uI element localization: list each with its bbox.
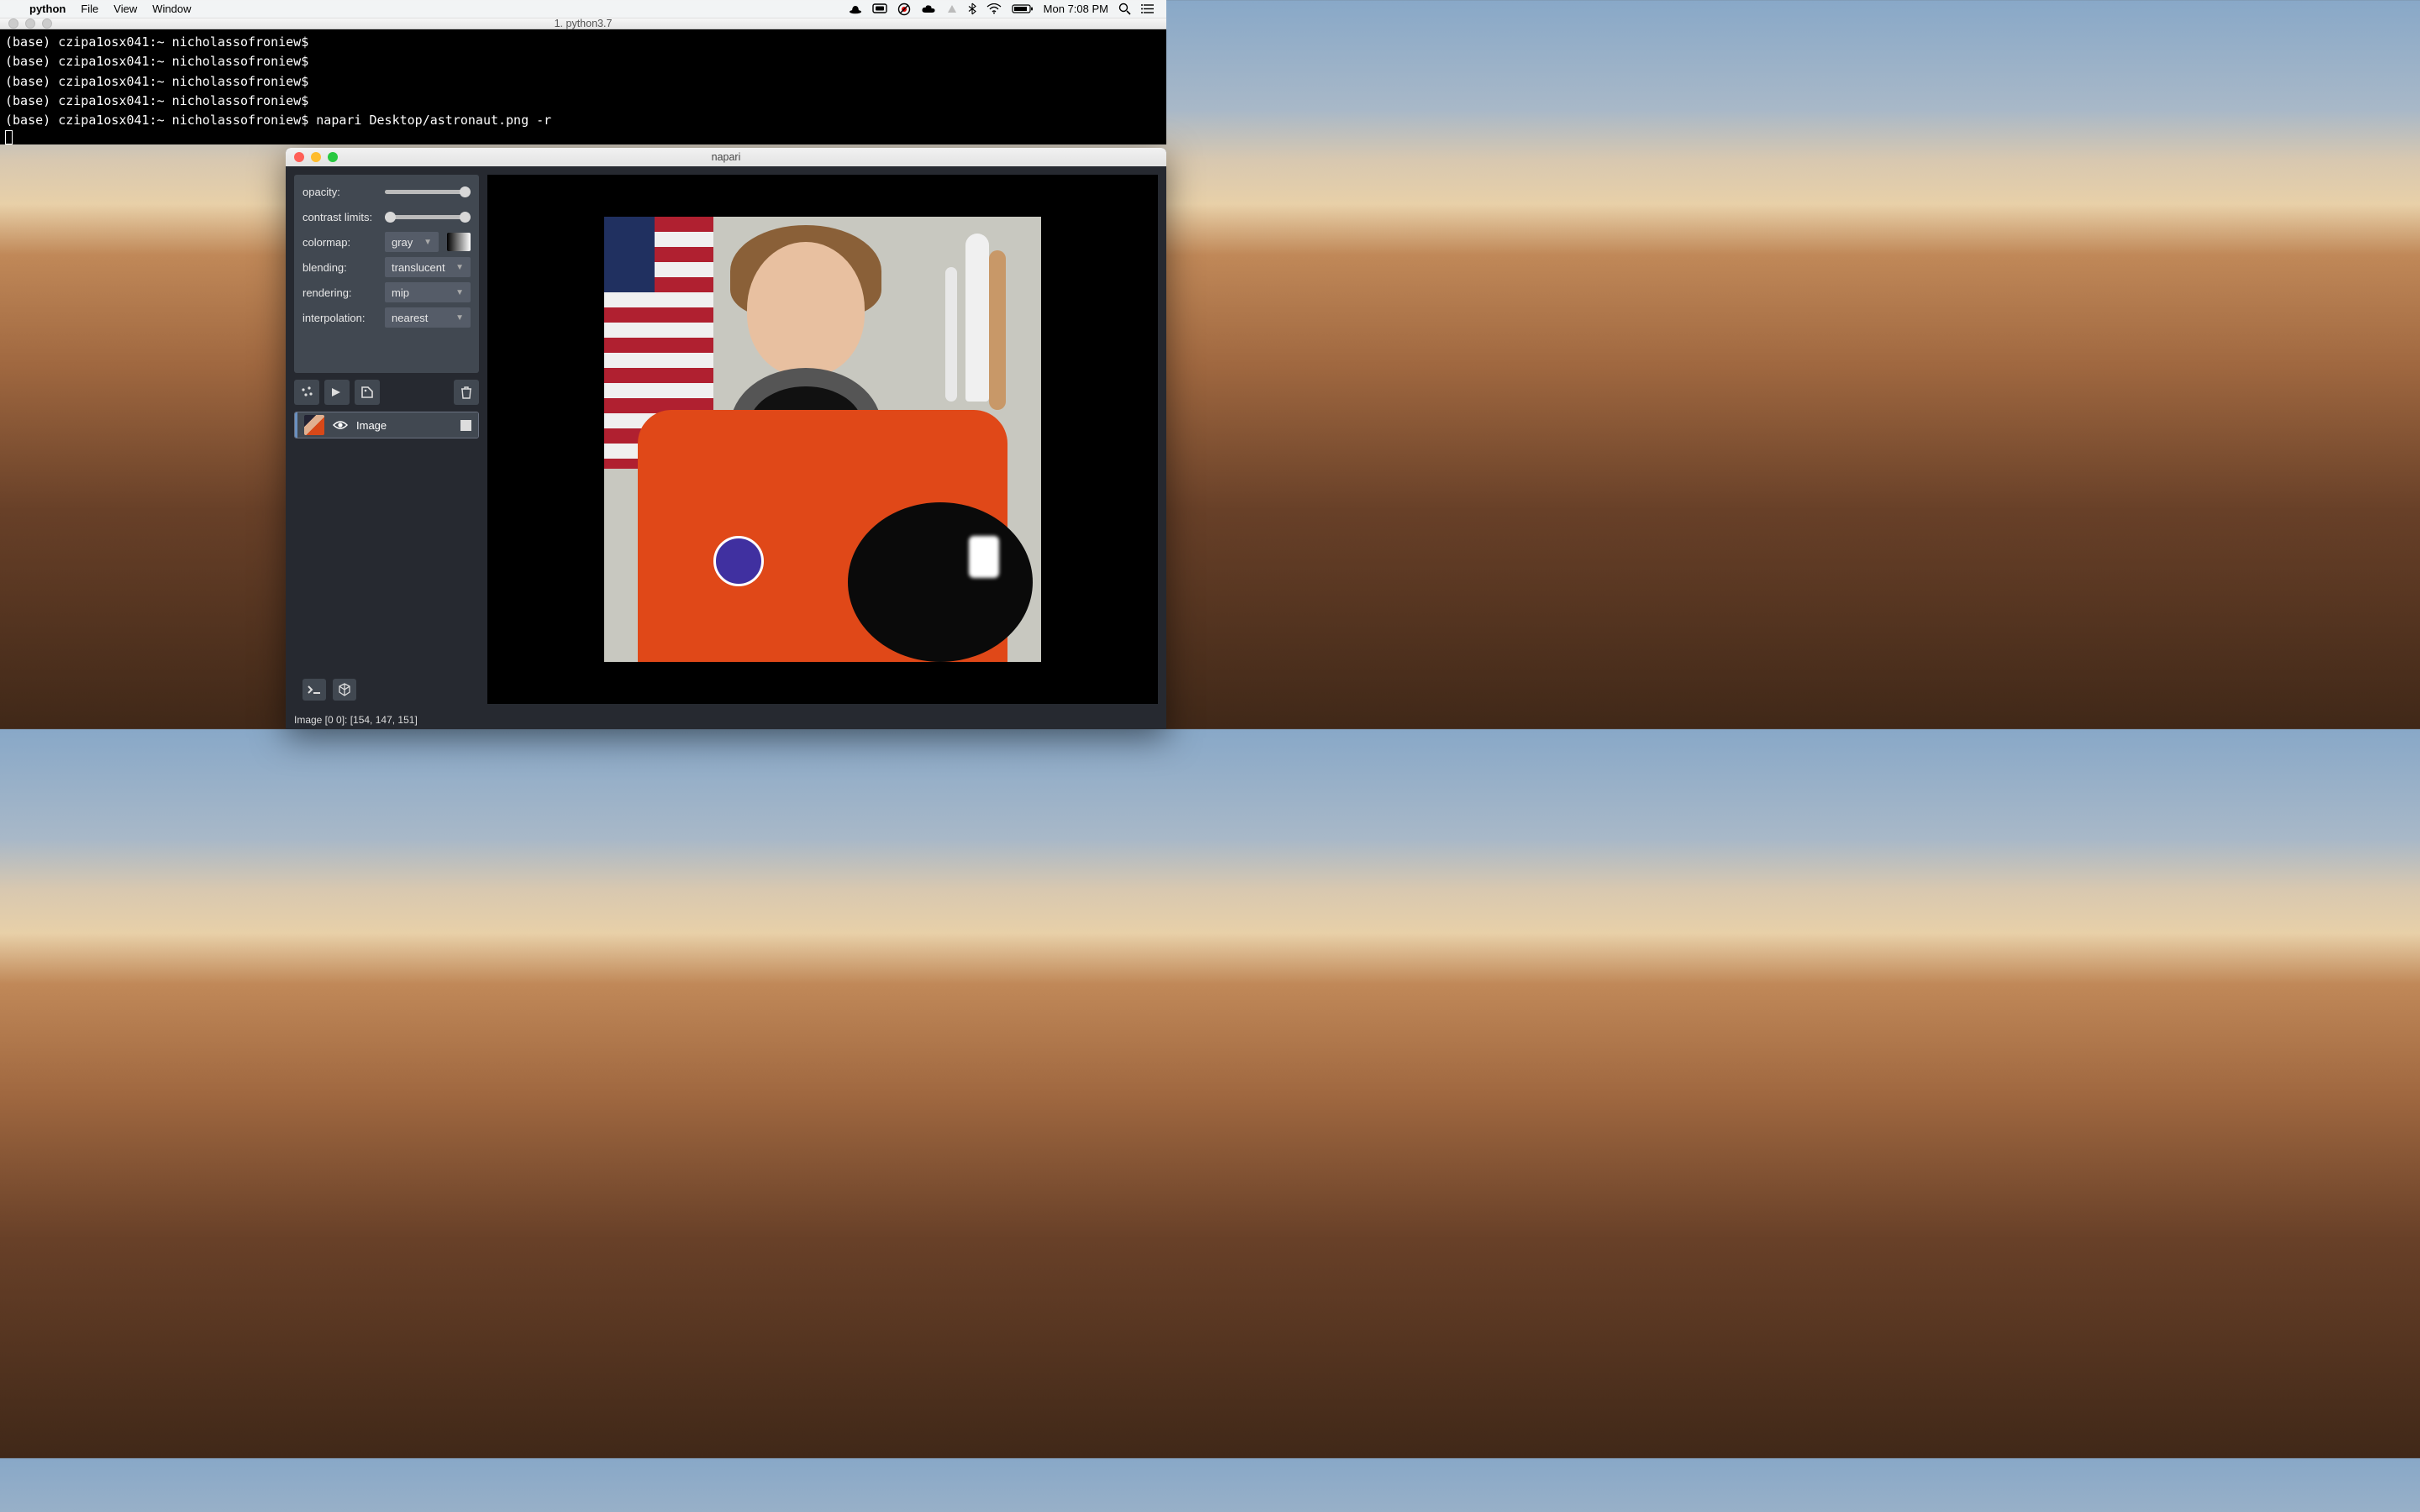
interpolation-dropdown[interactable]: nearest ▼	[385, 307, 471, 328]
interpolation-value: nearest	[392, 312, 428, 324]
delete-layer-button[interactable]	[454, 380, 479, 405]
layer-item-image[interactable]: Image	[295, 412, 478, 438]
menu-list-icon[interactable]	[1136, 3, 1160, 14]
napari-window: napari opacity: contrast limits:	[286, 148, 1166, 729]
colormap-dropdown[interactable]: gray ▼	[385, 232, 439, 252]
layer-thumbnail	[304, 415, 324, 435]
visibility-toggle-icon[interactable]	[333, 419, 348, 431]
terminal-line: (base) czipa1osx041:~ nicholassofroniew$…	[5, 113, 551, 128]
terminal-body[interactable]: (base) czipa1osx041:~ nicholassofroniew$…	[0, 29, 1166, 155]
chevron-down-icon: ▼	[424, 238, 432, 247]
blending-dropdown[interactable]: translucent ▼	[385, 257, 471, 277]
statusitem-battery-icon[interactable]	[1007, 3, 1039, 14]
menu-view[interactable]: View	[106, 3, 145, 15]
statusitem-hat-icon[interactable]	[844, 4, 867, 14]
new-points-button[interactable]	[294, 380, 319, 405]
terminal-cursor	[5, 130, 13, 144]
terminal-window: 1. python3.7 (base) czipa1osx041:~ nicho…	[0, 18, 1166, 144]
status-text: Image [0 0]: [154, 147, 151]	[294, 714, 418, 726]
mac-menubar: python File View Window Mon 7:08 PM	[0, 0, 1166, 18]
status-bar: Image [0 0]: [154, 147, 151]	[286, 712, 1166, 729]
menu-file[interactable]: File	[73, 3, 106, 15]
menubar-clock[interactable]: Mon 7:08 PM	[1039, 3, 1113, 15]
statusitem-wifi-icon[interactable]	[981, 3, 1007, 14]
terminal-line: (base) czipa1osx041:~ nicholassofroniew$	[5, 74, 308, 89]
terminal-line: (base) czipa1osx041:~ nicholassofroniew$	[5, 34, 308, 50]
statusitem-cloud-icon[interactable]	[916, 4, 941, 14]
blending-value: translucent	[392, 261, 445, 274]
rendering-value: mip	[392, 286, 409, 299]
layer-type-buttons	[294, 380, 479, 405]
chevron-down-icon: ▼	[455, 263, 464, 272]
colormap-swatch[interactable]	[447, 233, 471, 251]
layer-type-indicator-icon	[460, 420, 471, 431]
statusitem-display-icon[interactable]	[867, 3, 892, 14]
layer-controls-panel: opacity: contrast limits: colormap:	[294, 175, 479, 373]
terminal-line: (base) czipa1osx041:~ nicholassofroniew$	[5, 54, 308, 69]
new-labels-button[interactable]	[355, 380, 380, 405]
blending-label: blending:	[302, 261, 380, 274]
statusitem-record-icon[interactable]	[892, 3, 916, 16]
ndisplay-button[interactable]	[333, 679, 356, 701]
spotlight-icon[interactable]	[1113, 3, 1136, 15]
layer-name: Image	[356, 419, 452, 432]
statusitem-bluetooth-icon[interactable]	[963, 3, 981, 15]
napari-titlebar[interactable]: napari	[286, 148, 1166, 166]
rendering-label: rendering:	[302, 286, 380, 299]
colormap-value: gray	[392, 236, 413, 249]
terminal-titlebar[interactable]: 1. python3.7	[0, 18, 1166, 29]
chevron-down-icon: ▼	[455, 313, 464, 323]
opacity-slider[interactable]	[385, 190, 471, 194]
statusitem-triangle-icon[interactable]	[941, 3, 963, 15]
chevron-down-icon: ▼	[455, 288, 464, 297]
colormap-label: colormap:	[302, 236, 380, 249]
menu-app-name[interactable]: python	[22, 3, 73, 15]
opacity-label: opacity:	[302, 186, 380, 198]
canvas[interactable]	[487, 175, 1158, 704]
contrast-limits-slider[interactable]	[385, 215, 471, 219]
contrast-limits-label: contrast limits:	[302, 211, 380, 223]
interpolation-label: interpolation:	[302, 312, 380, 324]
rendering-dropdown[interactable]: mip ▼	[385, 282, 471, 302]
layer-list: Image	[294, 412, 479, 438]
napari-window-title: napari	[286, 151, 1166, 163]
menu-window[interactable]: Window	[145, 3, 198, 15]
terminal-line: (base) czipa1osx041:~ nicholassofroniew$	[5, 93, 308, 108]
new-shapes-button[interactable]	[324, 380, 350, 405]
viewer-buttons	[294, 675, 479, 704]
terminal-title: 1. python3.7	[0, 18, 1166, 29]
console-button[interactable]	[302, 679, 326, 701]
displayed-image	[604, 217, 1041, 662]
napari-sidebar: opacity: contrast limits: colormap:	[286, 166, 487, 712]
